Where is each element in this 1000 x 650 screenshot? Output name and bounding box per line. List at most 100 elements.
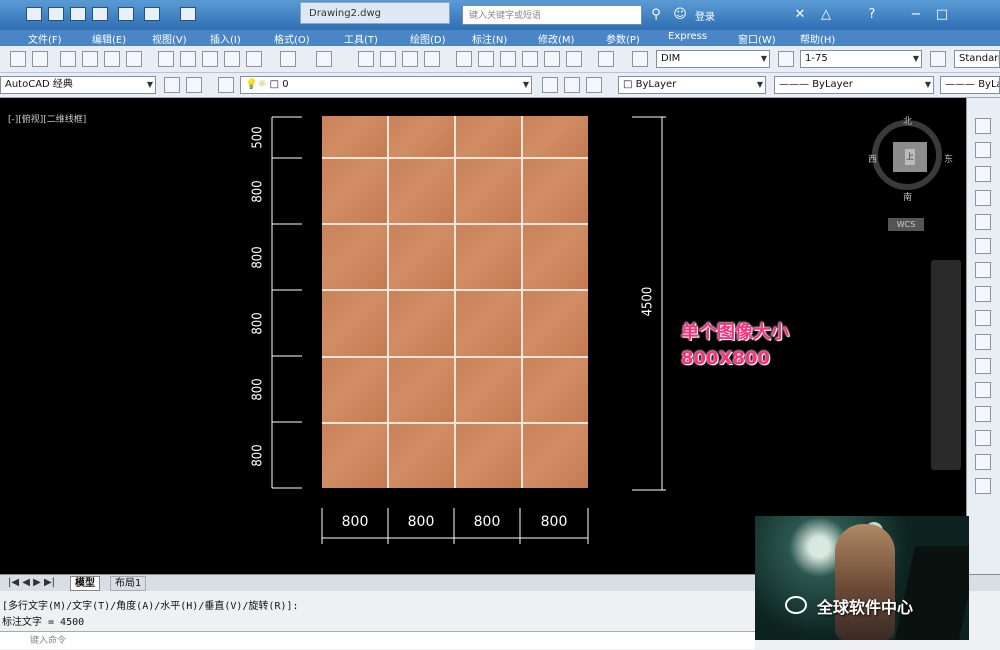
join-icon[interactable] bbox=[975, 406, 991, 422]
mirror-icon[interactable] bbox=[975, 166, 991, 182]
properties-icon[interactable] bbox=[456, 51, 472, 67]
chamfer-icon[interactable] bbox=[975, 430, 991, 446]
pan-icon[interactable] bbox=[358, 51, 374, 67]
color-select[interactable]: □ ByLayer ▼ bbox=[618, 76, 766, 94]
calculator-icon[interactable] bbox=[566, 51, 582, 67]
layer-state-icon[interactable] bbox=[586, 77, 602, 93]
markup-icon[interactable] bbox=[544, 51, 560, 67]
menu-modify[interactable]: 修改(M) bbox=[538, 31, 574, 46]
erase-icon[interactable] bbox=[975, 118, 991, 134]
menu-view[interactable]: 视图(V) bbox=[152, 31, 187, 46]
workspace-select[interactable]: AutoCAD 经典 ▼ bbox=[0, 76, 156, 94]
menu-format[interactable]: 格式(O) bbox=[274, 31, 310, 46]
dimension-style-icon[interactable] bbox=[778, 51, 794, 67]
tab-model[interactable]: 模型 bbox=[70, 576, 100, 591]
menu-file[interactable]: 文件(F) bbox=[28, 31, 62, 46]
block-editor-icon[interactable] bbox=[246, 51, 262, 67]
menu-parameter[interactable]: 参数(P) bbox=[606, 31, 640, 46]
layer-previous-icon[interactable] bbox=[564, 77, 580, 93]
menu-window[interactable]: 窗口(W) bbox=[738, 31, 776, 46]
save-icon[interactable] bbox=[32, 51, 48, 67]
new-file-icon[interactable] bbox=[26, 7, 42, 21]
undo-icon[interactable] bbox=[144, 7, 160, 21]
text-style-select[interactable]: Standard bbox=[954, 50, 1000, 68]
redo-icon[interactable] bbox=[180, 7, 196, 21]
compass-west[interactable]: 西 bbox=[868, 152, 877, 165]
design-center-icon[interactable] bbox=[478, 51, 494, 67]
tab-nav-arrows[interactable]: |◀ ◀ ▶ ▶| bbox=[4, 576, 72, 589]
stretch-icon[interactable] bbox=[975, 310, 991, 326]
login-link[interactable]: 登录 bbox=[695, 8, 715, 23]
offset-icon[interactable] bbox=[975, 190, 991, 206]
open-file-icon[interactable] bbox=[48, 7, 64, 21]
zoom-realtime-icon[interactable] bbox=[380, 51, 396, 67]
menu-dimension[interactable]: 标注(N) bbox=[472, 31, 507, 46]
sheet-set-icon[interactable] bbox=[522, 51, 538, 67]
layer-select[interactable]: 💡☼ □ 0 ▼ bbox=[240, 76, 532, 94]
minimize-icon[interactable]: − bbox=[908, 7, 924, 23]
array-icon[interactable] bbox=[975, 214, 991, 230]
dim-style-select[interactable]: DIM ▼ bbox=[656, 50, 770, 68]
wcs-menu[interactable]: WCS bbox=[888, 218, 924, 231]
text-style-icon[interactable] bbox=[632, 51, 648, 67]
menu-bar: 文件(F) 编辑(E) 视图(V) 插入(I) 格式(O) 工具(T) 绘图(D… bbox=[0, 30, 1000, 46]
help-icon[interactable] bbox=[598, 51, 614, 67]
undo-icon[interactable] bbox=[280, 51, 296, 67]
viewcube-face[interactable]: 上 bbox=[893, 142, 927, 172]
paste-icon[interactable] bbox=[202, 51, 218, 67]
scale-icon[interactable] bbox=[975, 286, 991, 302]
rotate-icon[interactable] bbox=[975, 262, 991, 278]
3d-icon[interactable] bbox=[126, 51, 142, 67]
maximize-icon[interactable]: □ bbox=[934, 7, 950, 23]
zoom-window-icon[interactable] bbox=[402, 51, 418, 67]
menu-edit[interactable]: 编辑(E) bbox=[92, 31, 126, 46]
copy-icon[interactable] bbox=[180, 51, 196, 67]
menu-help[interactable]: 帮助(H) bbox=[800, 31, 835, 46]
save-icon[interactable] bbox=[70, 7, 86, 21]
new-icon[interactable] bbox=[10, 51, 26, 67]
preview-icon[interactable] bbox=[82, 51, 98, 67]
cut-icon[interactable] bbox=[158, 51, 174, 67]
menu-insert[interactable]: 插入(I) bbox=[210, 31, 241, 46]
triangle-icon[interactable]: △ bbox=[818, 7, 834, 23]
make-current-layer-icon[interactable] bbox=[542, 77, 558, 93]
drawing-canvas[interactable]: [-][俯视][二维线框] 500 800 800 800 800 800 45… bbox=[0, 98, 966, 574]
lineweight-select[interactable]: ——— ByLayer bbox=[940, 76, 1000, 94]
compass-east[interactable]: 东 bbox=[944, 152, 953, 165]
scale-select[interactable]: 1-75 ▼ bbox=[800, 50, 922, 68]
command-input[interactable]: 键入命令 bbox=[0, 631, 755, 649]
customize-icon[interactable] bbox=[186, 77, 202, 93]
move-icon[interactable] bbox=[975, 238, 991, 254]
match-properties-icon[interactable] bbox=[224, 51, 240, 67]
compass-north[interactable]: 北 bbox=[903, 114, 912, 127]
user-icon[interactable]: ☺ bbox=[672, 7, 688, 23]
menu-tools[interactable]: 工具(T) bbox=[344, 31, 378, 46]
extend-icon[interactable] bbox=[975, 358, 991, 374]
help-icon[interactable]: ? bbox=[864, 7, 880, 23]
copy-object-icon[interactable] bbox=[975, 142, 991, 158]
zoom-previous-icon[interactable] bbox=[424, 51, 440, 67]
exchange-icon[interactable]: ✕ bbox=[792, 7, 808, 23]
fillet-icon[interactable] bbox=[975, 454, 991, 470]
print-icon[interactable] bbox=[118, 7, 134, 21]
break-icon[interactable] bbox=[975, 382, 991, 398]
tool-palettes-icon[interactable] bbox=[500, 51, 516, 67]
publish-icon[interactable] bbox=[104, 51, 120, 67]
navigation-bar[interactable] bbox=[931, 260, 961, 470]
compass-south[interactable]: 南 bbox=[903, 190, 912, 203]
print-icon[interactable] bbox=[60, 51, 76, 67]
menu-express[interactable]: Express bbox=[668, 31, 707, 42]
tab-layout1[interactable]: 布局1 bbox=[110, 576, 147, 591]
table-style-icon[interactable] bbox=[930, 51, 946, 67]
layer-properties-icon[interactable] bbox=[218, 77, 234, 93]
search-input[interactable]: 键入关键字或短语 bbox=[462, 5, 642, 25]
explode-icon[interactable] bbox=[975, 478, 991, 494]
redo-icon[interactable] bbox=[316, 51, 332, 67]
linetype-select[interactable]: ——— ByLayer ▼ bbox=[774, 76, 934, 94]
save-as-icon[interactable] bbox=[92, 7, 108, 21]
menu-draw[interactable]: 绘图(D) bbox=[410, 31, 446, 46]
trim-icon[interactable] bbox=[975, 334, 991, 350]
binoculars-icon[interactable]: ⚲ bbox=[648, 7, 664, 23]
tile bbox=[389, 116, 454, 157]
workspace-settings-icon[interactable] bbox=[164, 77, 180, 93]
